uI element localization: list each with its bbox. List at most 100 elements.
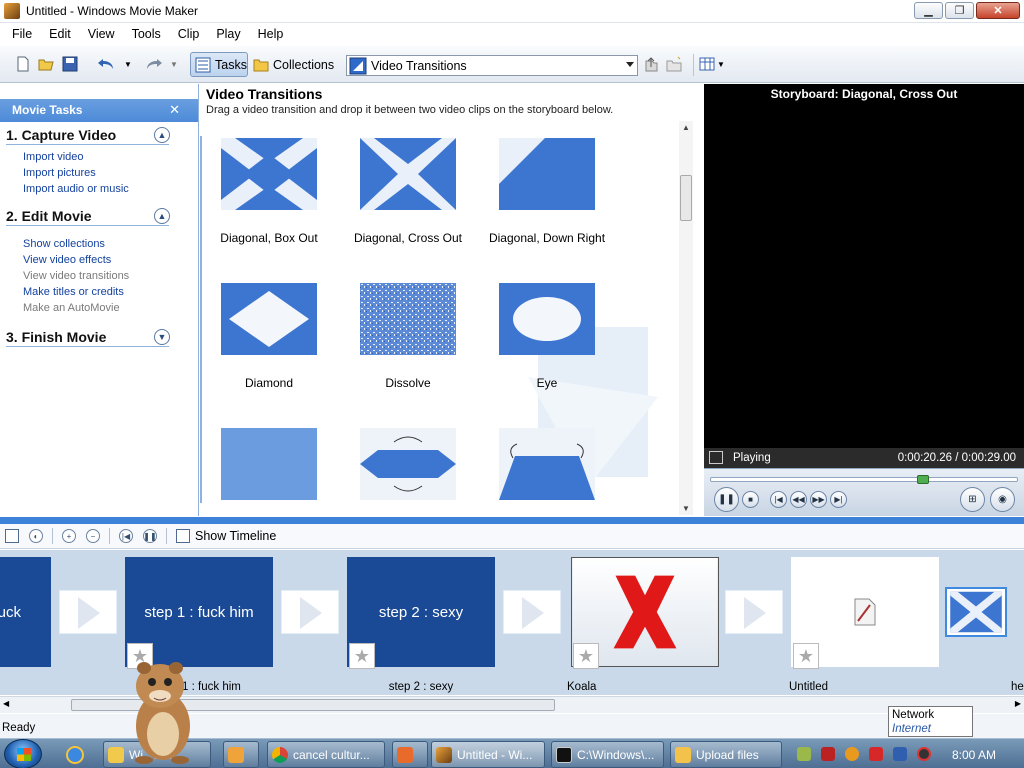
transition-item[interactable] <box>204 428 334 502</box>
menu-file[interactable]: File <box>12 27 32 41</box>
take-picture-button[interactable]: ◉ <box>990 487 1015 512</box>
volume-tray-icon[interactable] <box>917 747 931 761</box>
expand-icon[interactable]: ▼ <box>154 329 170 345</box>
close-button[interactable]: ✕ <box>976 2 1020 19</box>
import-pictures-link[interactable]: Import pictures <box>23 165 169 181</box>
taskbar-item-chrome[interactable]: cancel cultur... <box>267 741 385 768</box>
previous-frame-button[interactable]: |◀ <box>770 491 787 508</box>
redo-icon[interactable] <box>143 56 163 72</box>
transition-slot[interactable] <box>503 590 561 634</box>
save-project-icon[interactable] <box>62 56 78 72</box>
up-one-level-icon[interactable] <box>643 56 659 72</box>
undo-icon[interactable] <box>97 56 117 72</box>
timeline-icon[interactable] <box>176 529 190 543</box>
seek-bar[interactable] <box>710 475 1018 484</box>
storyboard-clip[interactable]: step 2 : sexy ★ step 2 : sexy <box>347 557 495 693</box>
redo-dropdown-icon[interactable]: ▼ <box>170 60 178 69</box>
section-title[interactable]: 1. Capture Video <box>6 125 169 145</box>
start-button[interactable] <box>4 739 42 768</box>
transition-diagonal-box-out[interactable]: Diagonal, Box Out <box>204 138 334 245</box>
vertical-scrollbar[interactable]: ▲ ▼ <box>679 121 693 515</box>
transition-item[interactable] <box>343 428 473 502</box>
rewind-storyboard-icon[interactable]: |◀ <box>119 529 133 543</box>
views-icon[interactable] <box>699 56 715 72</box>
collections-button[interactable]: Collections <box>253 52 334 77</box>
show-collections-link[interactable]: Show collections <box>23 236 169 252</box>
clock[interactable]: 8:00 AM <box>952 748 996 762</box>
pause-button[interactable]: ❚❚ <box>714 487 739 512</box>
flag-tray-icon[interactable] <box>869 747 883 761</box>
section-title[interactable]: 2. Edit Movie <box>6 206 169 226</box>
menu-view[interactable]: View <box>88 27 115 41</box>
transition-diagonal-cross-out[interactable]: Diagonal, Cross Out <box>343 138 473 245</box>
menu-edit[interactable]: Edit <box>49 27 71 41</box>
undo-dropdown-icon[interactable]: ▼ <box>124 60 132 69</box>
scroll-up-icon[interactable]: ▲ <box>682 123 690 132</box>
internet-explorer-icon[interactable] <box>66 746 84 764</box>
tray-icon[interactable] <box>797 747 811 761</box>
import-audio-link[interactable]: Import audio or music <box>23 181 169 197</box>
storyboard-clip[interactable]: step 1 : fuck him ★ step 1 : fuck him <box>125 557 273 693</box>
narrate-icon[interactable] <box>5 529 19 543</box>
zoom-in-icon[interactable]: + <box>62 529 76 543</box>
transition-slot[interactable] <box>59 590 117 634</box>
menu-clip[interactable]: Clip <box>178 27 200 41</box>
pause-storyboard-icon[interactable]: ❚❚ <box>143 529 157 543</box>
scroll-right-icon[interactable]: ▶ <box>1015 699 1021 708</box>
taskbar-item-media[interactable] <box>223 741 259 768</box>
tasks-button[interactable]: Tasks <box>190 52 248 77</box>
collapse-icon[interactable]: ▲ <box>154 127 170 143</box>
taskbar-item-movie-maker[interactable]: Untitled - Wi... <box>431 741 545 768</box>
hamster-character[interactable] <box>128 656 198 766</box>
maximize-button[interactable]: ❐ <box>945 2 974 19</box>
menu-tools[interactable]: Tools <box>132 27 161 41</box>
section-title[interactable]: 3. Finish Movie <box>6 327 169 347</box>
transition-eye[interactable]: Eye <box>482 283 612 390</box>
new-folder-icon[interactable] <box>666 56 682 72</box>
show-timeline-button[interactable]: Show Timeline <box>195 529 276 543</box>
import-video-link[interactable]: Import video <box>23 149 169 165</box>
zoom-out-icon[interactable]: − <box>86 529 100 543</box>
transition-diamond[interactable]: Diamond <box>204 283 334 390</box>
transition-slot[interactable] <box>725 590 783 634</box>
scroll-left-icon[interactable]: ◀ <box>3 699 9 708</box>
seek-knob[interactable] <box>917 475 929 484</box>
make-titles-link[interactable]: Make titles or credits <box>23 284 169 300</box>
storyboard-clip[interactable]: uck <box>0 557 51 667</box>
transition-slot[interactable] <box>281 590 339 634</box>
storyboard-clip[interactable]: ★ Untitled <box>789 557 939 693</box>
transition-dissolve[interactable]: Dissolve <box>343 283 473 390</box>
scroll-down-icon[interactable]: ▼ <box>682 504 690 513</box>
search-tray-icon[interactable] <box>845 747 859 761</box>
storyboard-clip[interactable]: ★ Koala <box>567 557 719 693</box>
split-clip-button[interactable]: ⊞ <box>960 487 985 512</box>
storyboard-transition-selected[interactable] <box>945 557 1007 667</box>
tray-icon[interactable] <box>821 747 835 761</box>
rewind-button[interactable]: ◀◀ <box>790 491 807 508</box>
view-video-effects-link[interactable]: View video effects <box>23 252 169 268</box>
menu-play[interactable]: Play <box>216 27 240 41</box>
effect-star-icon[interactable]: ★ <box>349 643 375 669</box>
transition-diagonal-down-right[interactable]: Diagonal, Down Right <box>482 138 612 245</box>
close-pane-icon[interactable]: ✕ <box>169 102 180 118</box>
collection-select[interactable]: Video Transitions <box>346 55 638 76</box>
minimize-button[interactable]: ▁ <box>914 2 943 19</box>
taskbar-item-cmd[interactable]: C:\Windows\... <box>551 741 664 768</box>
effect-star-icon[interactable]: ★ <box>573 643 599 669</box>
stop-button[interactable]: ■ <box>742 491 759 508</box>
taskbar-item-app[interactable] <box>392 741 428 768</box>
fast-forward-button[interactable]: ▶▶ <box>810 491 827 508</box>
open-project-icon[interactable] <box>38 56 54 72</box>
new-project-icon[interactable] <box>15 56 31 72</box>
network-tray-icon[interactable] <box>893 747 907 761</box>
effect-star-icon[interactable]: ★ <box>793 643 819 669</box>
menu-help[interactable]: Help <box>258 27 284 41</box>
collapse-icon[interactable]: ▲ <box>154 208 170 224</box>
scroll-thumb[interactable] <box>680 175 692 221</box>
next-frame-button[interactable]: ▶| <box>830 491 847 508</box>
audio-levels-icon[interactable]: ◐ <box>29 529 43 543</box>
storyboard-clip[interactable]: he <box>1011 557 1024 693</box>
taskbar-item-upload[interactable]: Upload files <box>670 741 782 768</box>
views-dropdown-icon[interactable]: ▼ <box>717 60 725 69</box>
transition-item[interactable] <box>482 428 612 502</box>
